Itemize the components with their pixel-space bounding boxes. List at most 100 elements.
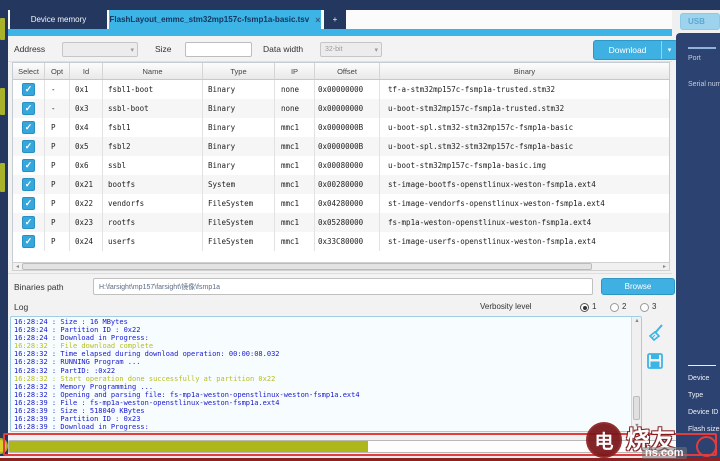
verbosity-radio-3[interactable] (640, 303, 649, 312)
table-row[interactable]: ✓P0x4fsbl1Binarymmc10x0000000Bu-boot-spl… (13, 118, 669, 137)
table-row[interactable]: ✓P0x23rootfsFileSystemmmc10x05280000fs-m… (13, 213, 669, 232)
tab-add[interactable]: + (324, 10, 346, 29)
panel-divider (688, 47, 716, 49)
left-icon-fragment (0, 163, 5, 192)
scroll-down-icon[interactable]: ▼ (632, 422, 642, 431)
verbosity-radio-1[interactable] (580, 303, 589, 312)
panel-divider (688, 365, 716, 366)
accent-band (8, 29, 672, 36)
cell-ip: mmc1 (275, 156, 315, 175)
table-row[interactable]: ✓P0x24userfsFileSystemmmc10x33C80000st-i… (13, 232, 669, 251)
cell-type: Binary (203, 80, 275, 99)
tab-flashlayout[interactable]: FlashLayout_emmc_stm32mp157c-fsmp1a-basi… (109, 10, 321, 29)
download-button[interactable]: Download ▾ (593, 40, 678, 60)
log-line: 16:28:32 : Time elapsed during download … (14, 350, 629, 358)
floppy-disk-icon (646, 352, 664, 370)
row-checkbox[interactable]: ✓ (22, 121, 35, 134)
table-row[interactable]: ✓P0x5fsbl2Binarymmc10x0000000Bu-boot-spl… (13, 137, 669, 156)
log-line: 16:28:39 : Partition ID : 0x23 (14, 415, 629, 423)
hscrollbar-thumb[interactable] (22, 263, 592, 270)
cell-offset: 0x00000000 (315, 99, 380, 118)
save-log-button[interactable] (646, 352, 670, 376)
cell-offset: 0x05280000 (315, 213, 380, 232)
cell-offset: 0x00080000 (315, 156, 380, 175)
col-header-type[interactable]: Type (203, 63, 275, 79)
tab-label: FlashLayout_emmc_stm32mp157c-fsmp1a-basi… (110, 15, 310, 24)
cell-id: 0x3 (70, 99, 103, 118)
tab-device-memory[interactable]: Device memory (10, 10, 107, 29)
usb-interface-select[interactable]: USB (680, 13, 720, 30)
row-checkbox[interactable]: ✓ (22, 159, 35, 172)
download-label: Download (594, 41, 661, 59)
cell-offset: 0x33C80000 (315, 232, 380, 251)
address-select[interactable]: ▾ (62, 42, 138, 57)
plus-icon: + (333, 15, 338, 24)
log-line: 16:28:24 : Download in Progress: (14, 334, 629, 342)
log-line: 16:28:24 : Size : 16 MBytes (14, 318, 629, 326)
log-scrollbar[interactable]: ▲ ▼ (631, 317, 641, 431)
binaries-path-input[interactable]: H:\farsight\mp157\farsight\镜像\fsmp1a (93, 278, 593, 295)
progress-fill (9, 441, 368, 452)
cell-opt: P (45, 232, 70, 251)
cell-opt: P (45, 118, 70, 137)
col-header-ip[interactable]: IP (275, 63, 315, 79)
log-line: 16:28:39 : File : fs-mp1a-weston-openstl… (14, 399, 629, 407)
cell-opt: P (45, 156, 70, 175)
table-hscrollbar[interactable]: ◂ ▸ (12, 262, 670, 271)
device-label: Device (688, 375, 709, 382)
table-row[interactable]: ✓P0x6ssblBinarymmc10x00080000u-boot-stm3… (13, 156, 669, 175)
cell-opt: P (45, 175, 70, 194)
data-width-select[interactable]: 32-bit ▾ (320, 42, 382, 57)
data-width-value: 32-bit (325, 46, 343, 53)
cell-type: FileSystem (203, 213, 275, 232)
title-bar (0, 0, 720, 10)
cell-ip: mmc1 (275, 232, 315, 251)
table-row[interactable]: ✓-0x3ssbl-bootBinarynone0x00000000u-boot… (13, 99, 669, 118)
cell-name: fsbl1-boot (103, 80, 203, 99)
cell-binary: u-boot-spl.stm32-stm32mp157c-fsmp1a-basi… (380, 137, 669, 156)
download-dropdown-arrow[interactable]: ▾ (661, 41, 677, 59)
tab-bar: Device memory FlashLayout_emmc_stm32mp15… (8, 10, 672, 29)
connection-panel: Port Serial numb Device Type Device ID F… (676, 33, 720, 461)
scroll-right-icon[interactable]: ▸ (660, 263, 669, 270)
clear-log-button[interactable] (646, 322, 670, 346)
tab-label: Device memory (31, 15, 87, 24)
row-checkbox[interactable]: ✓ (22, 178, 35, 191)
col-header-name[interactable]: Name (103, 63, 203, 79)
cell-binary: u-boot-stm32mp157c-fsmp1a-basic.img (380, 156, 669, 175)
row-checkbox[interactable]: ✓ (22, 197, 35, 210)
col-header-select[interactable]: Select (13, 63, 45, 79)
log-output[interactable]: 16:28:24 : Size : 16 MBytes16:28:24 : Pa… (10, 316, 642, 432)
size-input[interactable] (185, 42, 252, 57)
cell-id: 0x21 (70, 175, 103, 194)
table-row[interactable]: ✓P0x22vendorfsFileSystemmmc10x04280000st… (13, 194, 669, 213)
log-header: Log Verbosity level 1 2 3 (8, 299, 672, 316)
cell-name: bootfs (103, 175, 203, 194)
row-checkbox[interactable]: ✓ (22, 216, 35, 229)
col-header-id[interactable]: Id (70, 63, 103, 79)
binaries-path-row: Binaries path H:\farsight\mp157\farsight… (8, 273, 672, 299)
log-scrollbar-thumb[interactable] (633, 396, 640, 420)
row-checkbox[interactable]: ✓ (22, 140, 35, 153)
row-checkbox[interactable]: ✓ (22, 235, 35, 248)
scroll-up-icon[interactable]: ▲ (632, 317, 642, 326)
cell-ip: mmc1 (275, 213, 315, 232)
tab-close-icon[interactable]: × (315, 15, 320, 25)
browse-button[interactable]: Browse (601, 278, 675, 295)
col-header-binary[interactable]: Binary (380, 63, 669, 79)
table-row[interactable]: ✓P0x21bootfsSystemmmc10x00280000st-image… (13, 175, 669, 194)
cell-id: 0x6 (70, 156, 103, 175)
cell-binary: u-boot-stm32mp157c-fsmp1a-trusted.stm32 (380, 99, 669, 118)
address-label: Address (14, 44, 45, 54)
cell-type: Binary (203, 156, 275, 175)
port-label: Port (688, 55, 701, 62)
row-checkbox[interactable]: ✓ (22, 83, 35, 96)
col-header-offset[interactable]: Offset (315, 63, 380, 79)
scroll-left-icon[interactable]: ◂ (13, 263, 22, 270)
verbosity-radio-2[interactable] (610, 303, 619, 312)
size-label: Size (155, 44, 172, 54)
row-checkbox[interactable]: ✓ (22, 102, 35, 115)
table-row[interactable]: ✓-0x1fsbl1-bootBinarynone0x00000000tf-a-… (13, 80, 669, 99)
cell-offset: 0x00280000 (315, 175, 380, 194)
col-header-opt[interactable]: Opt (45, 63, 70, 79)
